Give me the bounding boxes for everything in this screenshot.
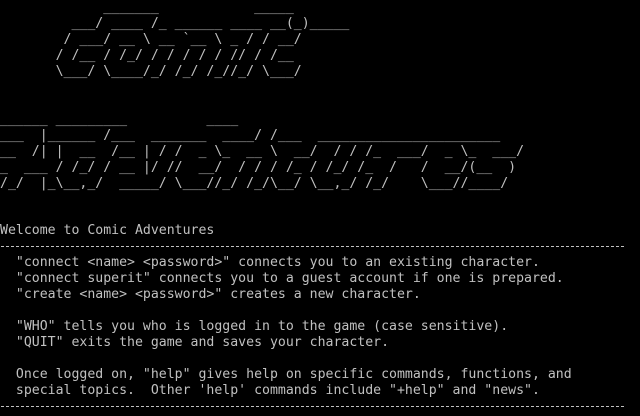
help-line-2: special topics. Other 'help' commands in… — [0, 383, 540, 398]
divider-bottom — [0, 398, 624, 414]
create-line: "create <name> <password>" creates a new… — [0, 287, 421, 302]
ascii-banner-comic: _______ _____ ___/ ____ /_ ______ ____ _… — [55, 0, 350, 79]
divider-top — [0, 238, 624, 254]
help-line-1: Once logged on, "help" gives help on spe… — [0, 367, 572, 382]
connect-name-line: "connect <name> <password>" connects you… — [0, 255, 540, 270]
connect-guest-line: "connect superit" connects you to a gues… — [0, 271, 564, 286]
welcome-title: Welcome to Comic Adventures — [0, 223, 215, 238]
quit-line: "QUIT" exits the game and saves your cha… — [0, 335, 390, 350]
ascii-banner-adventures: ______ _________ ____ ___ |______ /___ _… — [0, 112, 525, 191]
terminal-screen[interactable]: _______ _____ ___/ ____ /_ ______ ____ _… — [0, 0, 640, 416]
who-line: "WHO" tells you who is logged in to the … — [0, 319, 509, 334]
